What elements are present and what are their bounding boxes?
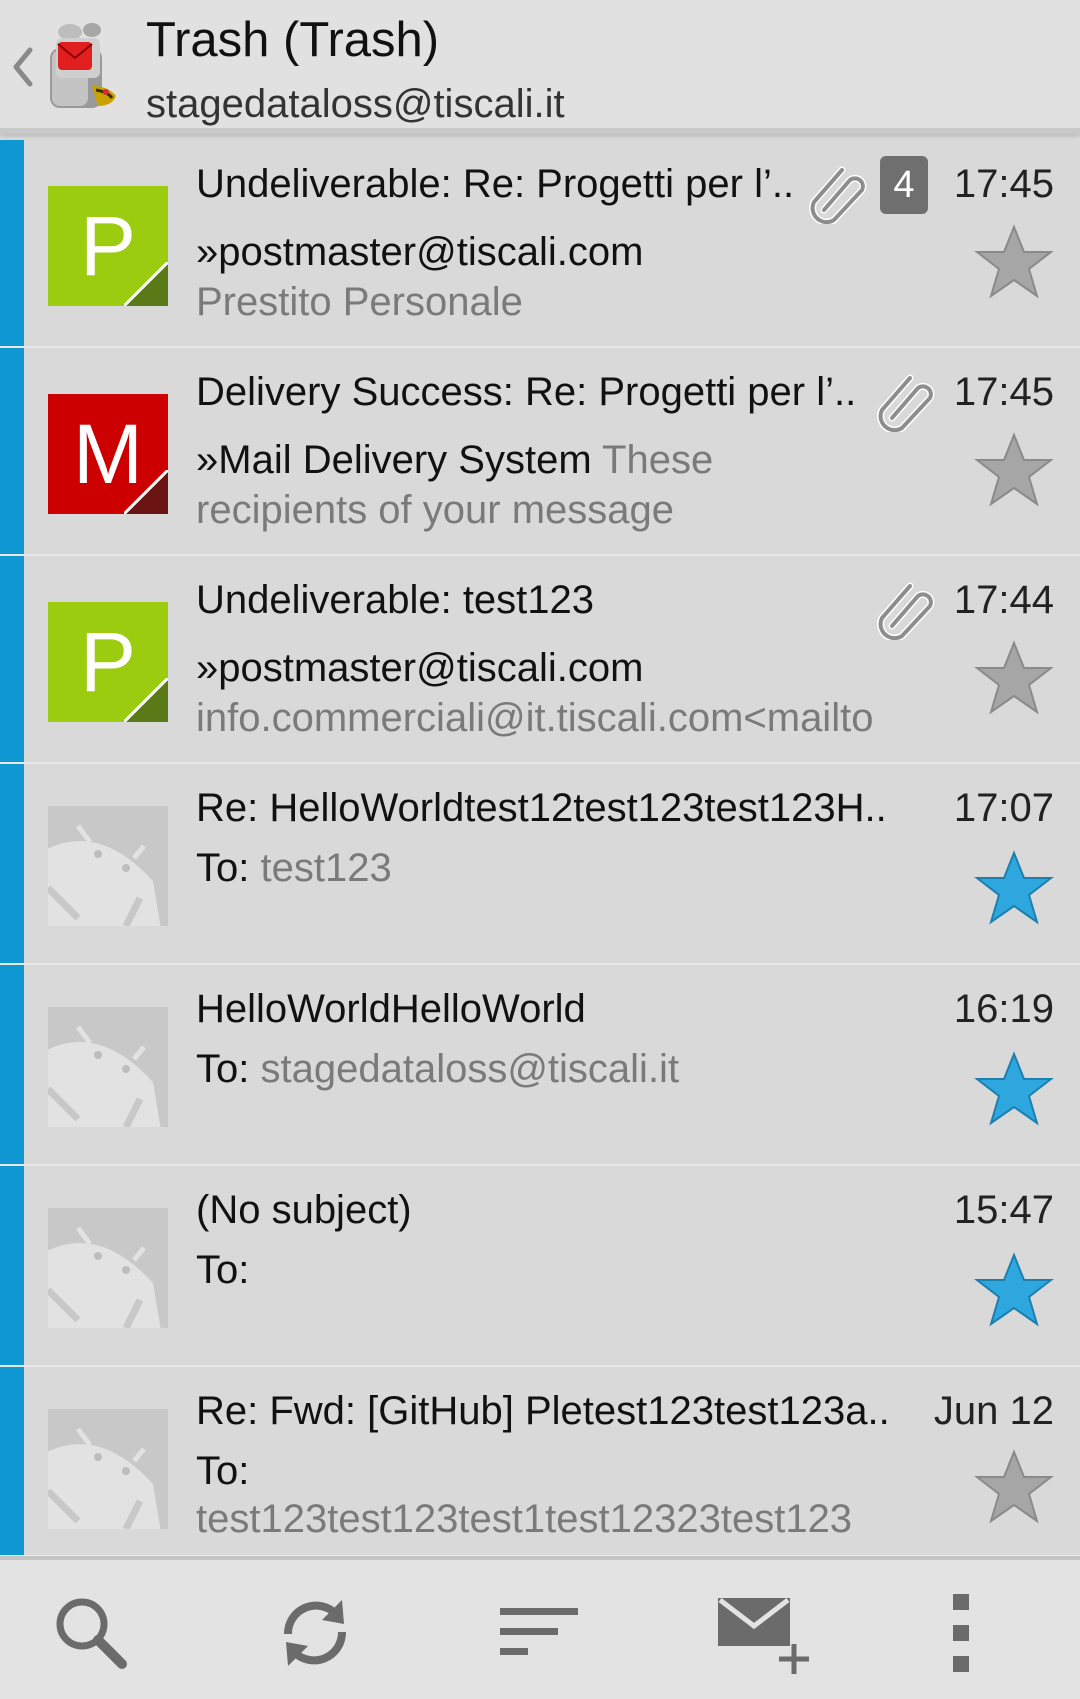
message-preview: recipients of your message bbox=[196, 488, 675, 532]
message-row[interactable]: HelloWorldHelloWorld 16:19 To: stagedata… bbox=[0, 965, 1080, 1166]
sort-icon[interactable] bbox=[496, 1588, 586, 1678]
message-row[interactable]: P Undeliverable: test123 17:44 »postmast… bbox=[0, 556, 1080, 764]
sender-name: To: bbox=[196, 1449, 250, 1493]
avatar[interactable]: M bbox=[48, 394, 168, 514]
message-subject: Re: Fwd: [GitHub] Pletest123test123a.. bbox=[196, 1389, 890, 1433]
message-sender: To: stagedataloss@tiscali.it bbox=[196, 1047, 916, 1092]
message-row[interactable]: (No subject) 15:47 To: bbox=[0, 1166, 1080, 1367]
message-time: 16:19 bbox=[953, 987, 1054, 1031]
preview-inline: stagedataloss@tiscali.it bbox=[260, 1047, 680, 1091]
message-sender: To: bbox=[196, 1449, 916, 1494]
avatar[interactable]: P bbox=[48, 186, 168, 306]
preview-inline: These bbox=[602, 438, 714, 482]
attachment-icon bbox=[809, 166, 867, 224]
avatar-corner-icon bbox=[124, 262, 168, 306]
message-preview: test123test123test1test12323test123 bbox=[196, 1497, 853, 1541]
bottom-toolbar bbox=[0, 1556, 1080, 1699]
star-icon[interactable] bbox=[974, 1252, 1054, 1328]
thread-count-badge: 4 bbox=[880, 156, 928, 214]
message-sender: »Mail Delivery System These bbox=[196, 438, 916, 483]
star-icon[interactable] bbox=[974, 850, 1054, 926]
chevron-left-icon[interactable] bbox=[10, 44, 36, 90]
app-logo-icon[interactable] bbox=[44, 20, 124, 112]
unread-indicator bbox=[0, 965, 24, 1164]
message-row[interactable]: P Undeliverable: Re: Progetti per l’.. 4… bbox=[0, 140, 1080, 348]
compose-icon[interactable] bbox=[716, 1588, 816, 1678]
avatar-corner-icon bbox=[124, 678, 168, 722]
sender-name: To: bbox=[196, 1248, 250, 1292]
unread-indicator bbox=[0, 1166, 24, 1365]
unread-indicator bbox=[0, 1367, 24, 1555]
avatar-corner-icon bbox=[124, 470, 168, 514]
android-placeholder-icon bbox=[48, 1007, 168, 1127]
android-placeholder-icon bbox=[48, 1409, 168, 1529]
message-subject: (No subject) bbox=[196, 1188, 412, 1232]
sender-name: »Mail Delivery System bbox=[196, 438, 592, 482]
message-time: 17:44 bbox=[953, 578, 1054, 622]
message-time: 15:47 bbox=[953, 1188, 1054, 1232]
message-row[interactable]: Re: HelloWorldtest12test123test123H.. 17… bbox=[0, 764, 1080, 965]
message-time: 17:45 bbox=[953, 162, 1054, 206]
attachment-icon bbox=[877, 582, 935, 640]
avatar[interactable] bbox=[48, 1208, 168, 1328]
star-icon[interactable] bbox=[974, 1449, 1054, 1525]
message-preview: info.commerciali@it.tiscali.com<mailto bbox=[196, 696, 874, 740]
sender-name: To: bbox=[196, 846, 250, 890]
unread-indicator bbox=[0, 764, 24, 963]
star-icon[interactable] bbox=[974, 640, 1054, 716]
action-bar: Trash (Trash) stagedataloss@tiscali.it bbox=[0, 0, 1080, 134]
star-icon[interactable] bbox=[974, 224, 1054, 300]
star-icon[interactable] bbox=[974, 1051, 1054, 1127]
android-placeholder-icon bbox=[48, 806, 168, 926]
preview-inline: test123 bbox=[260, 846, 392, 890]
screen: Trash (Trash) stagedataloss@tiscali.it P… bbox=[0, 0, 1080, 1699]
folder-title: Trash (Trash) bbox=[146, 13, 440, 67]
avatar[interactable] bbox=[48, 1409, 168, 1529]
unread-indicator bbox=[0, 348, 24, 554]
message-subject: Re: HelloWorldtest12test123test123H.. bbox=[196, 786, 887, 830]
message-sender: »postmaster@tiscali.com bbox=[196, 230, 896, 275]
message-subject: HelloWorldHelloWorld bbox=[196, 987, 586, 1031]
overflow-menu-icon[interactable] bbox=[946, 1588, 976, 1678]
message-subject: Undeliverable: test123 bbox=[196, 578, 595, 622]
message-subject: Delivery Success: Re: Progetti per l’.. bbox=[196, 370, 857, 414]
star-icon[interactable] bbox=[974, 432, 1054, 508]
unread-indicator bbox=[0, 556, 24, 762]
sender-name: To: bbox=[196, 1047, 250, 1091]
search-icon[interactable] bbox=[46, 1588, 136, 1678]
message-sender: To: bbox=[196, 1248, 916, 1293]
message-time: 17:45 bbox=[953, 370, 1054, 414]
unread-indicator bbox=[0, 140, 24, 346]
message-row[interactable]: Re: Fwd: [GitHub] Pletest123test123a.. J… bbox=[0, 1367, 1080, 1556]
message-subject: Undeliverable: Re: Progetti per l’.. bbox=[196, 162, 795, 206]
android-placeholder-icon bbox=[48, 1208, 168, 1328]
sender-name: »postmaster@tiscali.com bbox=[196, 230, 644, 274]
avatar[interactable] bbox=[48, 806, 168, 926]
message-time: Jun 12 bbox=[933, 1389, 1054, 1433]
message-sender: To: test123 bbox=[196, 846, 916, 891]
avatar[interactable] bbox=[48, 1007, 168, 1127]
message-preview: Prestito Personale bbox=[196, 280, 523, 324]
message-sender: »postmaster@tiscali.com bbox=[196, 646, 896, 691]
avatar[interactable]: P bbox=[48, 602, 168, 722]
message-row[interactable]: M Delivery Success: Re: Progetti per l’.… bbox=[0, 348, 1080, 556]
refresh-icon[interactable] bbox=[270, 1588, 360, 1678]
account-email: stagedataloss@tiscali.it bbox=[146, 82, 565, 126]
attachment-icon bbox=[877, 374, 935, 432]
message-list[interactable]: P Undeliverable: Re: Progetti per l’.. 4… bbox=[0, 140, 1080, 1556]
message-time: 17:07 bbox=[953, 786, 1054, 830]
sender-name: »postmaster@tiscali.com bbox=[196, 646, 644, 690]
